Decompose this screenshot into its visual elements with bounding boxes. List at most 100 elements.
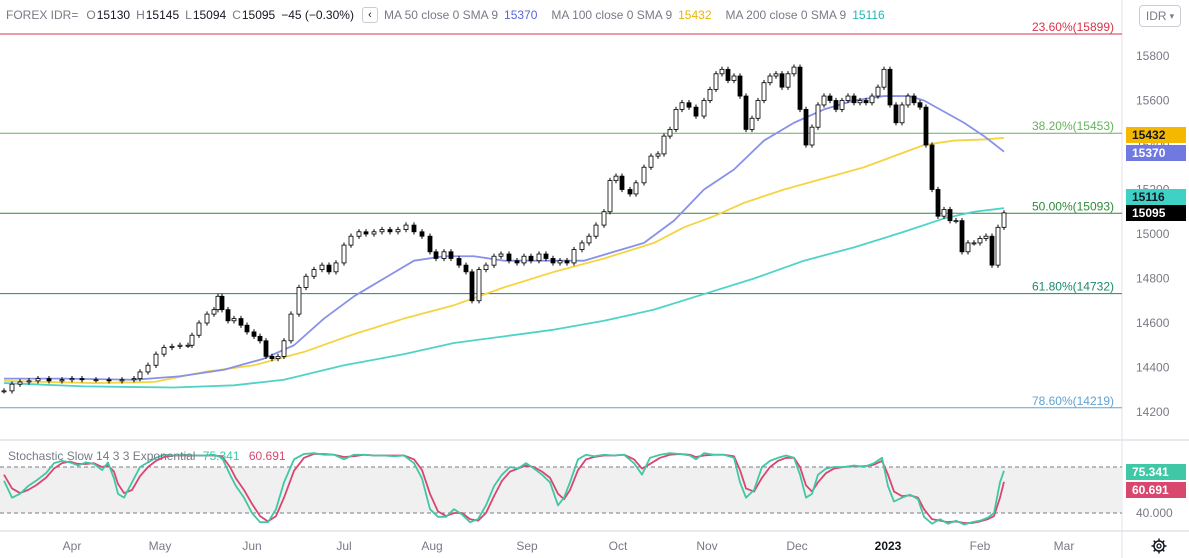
time-tick-label: Oct [609, 539, 628, 553]
candle-body [196, 322, 202, 336]
currency-button[interactable]: IDR ▾ [1139, 5, 1181, 27]
time-tick-label: 2023 [875, 539, 902, 553]
candle-body [448, 251, 454, 259]
candle-body [905, 95, 911, 106]
candle-body [483, 264, 489, 270]
candle-body [521, 255, 527, 264]
candle-body [579, 242, 585, 250]
candle-body [219, 295, 225, 311]
candle-body [995, 226, 1001, 266]
time-tick-label: Apr [63, 539, 82, 553]
candle-body [26, 380, 32, 383]
ma100-price-tag: 15432 [1126, 127, 1186, 143]
symbol-label[interactable]: FOREX IDR= [6, 8, 78, 22]
candle-body [106, 379, 112, 382]
candle-body [543, 253, 549, 259]
candle-body [737, 75, 743, 97]
candle-body [333, 262, 339, 273]
candle-body [46, 378, 52, 382]
candle-body [469, 271, 475, 302]
candle-body [557, 260, 563, 264]
candle-body [177, 344, 183, 347]
close-value: 15095 [241, 8, 276, 22]
candle-body [881, 68, 887, 88]
chevron-down-icon: ▾ [1169, 10, 1175, 21]
ma100-value: 15432 [678, 8, 712, 22]
price-tick-label: 15000 [1136, 227, 1170, 241]
candle-body [251, 331, 257, 337]
candle-body [953, 220, 959, 223]
candle-body [275, 355, 281, 359]
candle-body [288, 313, 294, 342]
candle-body [303, 275, 309, 288]
candle-body [755, 100, 761, 119]
candle-body [550, 258, 556, 264]
change-value: −45 (−0.30%) [281, 8, 354, 22]
ma50-price-tag: 15370 [1126, 145, 1186, 161]
candle-body [941, 209, 947, 217]
candle-body [427, 235, 433, 253]
open-label: O [86, 8, 96, 22]
candle-body [857, 100, 863, 104]
stochastic-tick-label: 40.000 [1136, 506, 1173, 520]
candle-body [59, 379, 65, 382]
stochastic-d-value: 60.691 [248, 449, 286, 463]
candle-body [17, 381, 23, 385]
candle-body [506, 253, 512, 262]
candle-body [601, 211, 607, 226]
candle-body [319, 264, 325, 270]
candle-body [815, 104, 821, 128]
currency-label: IDR [1145, 9, 1167, 23]
candle-body [231, 318, 237, 322]
candle-body [821, 95, 827, 106]
ma100-label[interactable]: MA 100 close 0 SMA 9 [551, 8, 672, 22]
candle-body [1001, 212, 1007, 228]
stochastic-label[interactable]: Stochastic Slow 14 3 3 Exponential [8, 449, 195, 463]
candle-body [185, 344, 191, 347]
time-tick-label: Aug [421, 539, 442, 553]
candle-body [238, 318, 244, 326]
chevron-left-icon[interactable]: ‹ [361, 7, 378, 23]
candle-body [839, 100, 845, 110]
time-tick-label: Jun [242, 539, 261, 553]
time-axis: Apr May Jun Jul Aug Sep Oct Nov Dec 2023 Feb Mar [63, 539, 1075, 553]
candle-body [498, 253, 504, 257]
candle-body [363, 231, 369, 235]
candle-body [161, 347, 167, 355]
candle-body [743, 95, 749, 130]
candle-body [35, 378, 41, 382]
candle-body [803, 109, 809, 146]
candle-body [869, 95, 875, 104]
candle-body [833, 100, 839, 110]
candle-body [899, 104, 905, 124]
ma200-price-tag: 15116 [1126, 189, 1186, 205]
candle-body [701, 100, 707, 117]
candle-body [356, 231, 362, 237]
time-tick-label: Mar [1054, 539, 1075, 553]
candle-body [528, 255, 534, 262]
time-tick-label: Feb [970, 539, 991, 553]
fib-label: 61.80%(14732) [1032, 280, 1114, 294]
time-tick-label: Nov [696, 539, 717, 553]
price-axis: 1420014400146001480015000152001540015600… [1136, 49, 1170, 419]
high-label: H [136, 8, 145, 22]
candle-body [707, 88, 713, 101]
candle-body [456, 258, 462, 266]
ma50-label[interactable]: MA 50 close 0 SMA 9 [384, 8, 498, 22]
fib-label: 78.60%(14219) [1032, 394, 1114, 408]
candle-body [411, 224, 417, 233]
candle-body [441, 251, 447, 259]
candle-body [809, 126, 815, 146]
price-tick-label: 14800 [1136, 272, 1170, 286]
candle-body [341, 244, 347, 264]
candle-body [491, 255, 497, 266]
candle-body [673, 109, 679, 130]
ma200-value: 15116 [852, 8, 885, 22]
candle-body [791, 66, 797, 75]
gear-icon[interactable] [1151, 538, 1167, 554]
candle-body [983, 235, 989, 239]
candle-body [419, 231, 425, 237]
candle-body [693, 106, 699, 117]
price-tick-label: 15800 [1136, 49, 1170, 63]
ma200-label[interactable]: MA 200 close 0 SMA 9 [726, 8, 847, 22]
